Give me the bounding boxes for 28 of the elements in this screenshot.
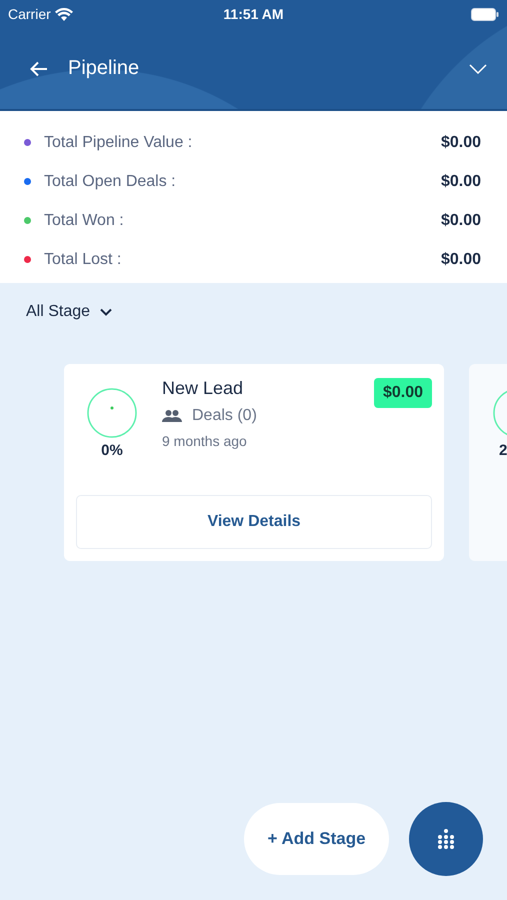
summary-label: Total Won :: [44, 212, 125, 230]
page-title: Pipeline: [68, 57, 140, 80]
dot-grid-icon: [436, 828, 456, 850]
back-arrow-icon[interactable]: [30, 60, 48, 76]
chevron-down-icon[interactable]: [469, 64, 487, 74]
battery-icon: [471, 8, 499, 20]
summary-value: $0.00: [440, 250, 481, 268]
view-details-button[interactable]: View Details: [76, 495, 432, 549]
clock-text: 11:51 AM: [223, 6, 284, 22]
summary-value: $0.00: [440, 172, 481, 190]
chevron-down-icon: [100, 308, 112, 316]
stage-amount: $0.00: [374, 378, 432, 408]
summary-label: Total Lost :: [44, 250, 122, 268]
stage-filter-dropdown[interactable]: All Stage: [26, 303, 112, 321]
summary-label: Total Pipeline Value :: [44, 134, 194, 152]
people-icon: [162, 410, 182, 422]
add-stage-button[interactable]: + Add Stage: [244, 803, 389, 875]
stage-updated-time: 9 months ago: [162, 433, 248, 449]
wifi-icon: [54, 8, 73, 20]
summary-label: Total Open Deals :: [44, 172, 177, 190]
stage-percent: 0%: [101, 442, 123, 459]
summary-value: $0.00: [440, 212, 481, 230]
summary-value: $0.00: [440, 134, 481, 152]
deals-count: Deals (0): [162, 407, 374, 425]
stage-percent: 2: [498, 442, 507, 459]
stage-name: New Lead: [162, 378, 244, 399]
carrier-text: Carrier: [8, 6, 51, 22]
progress-ring: [87, 388, 137, 438]
